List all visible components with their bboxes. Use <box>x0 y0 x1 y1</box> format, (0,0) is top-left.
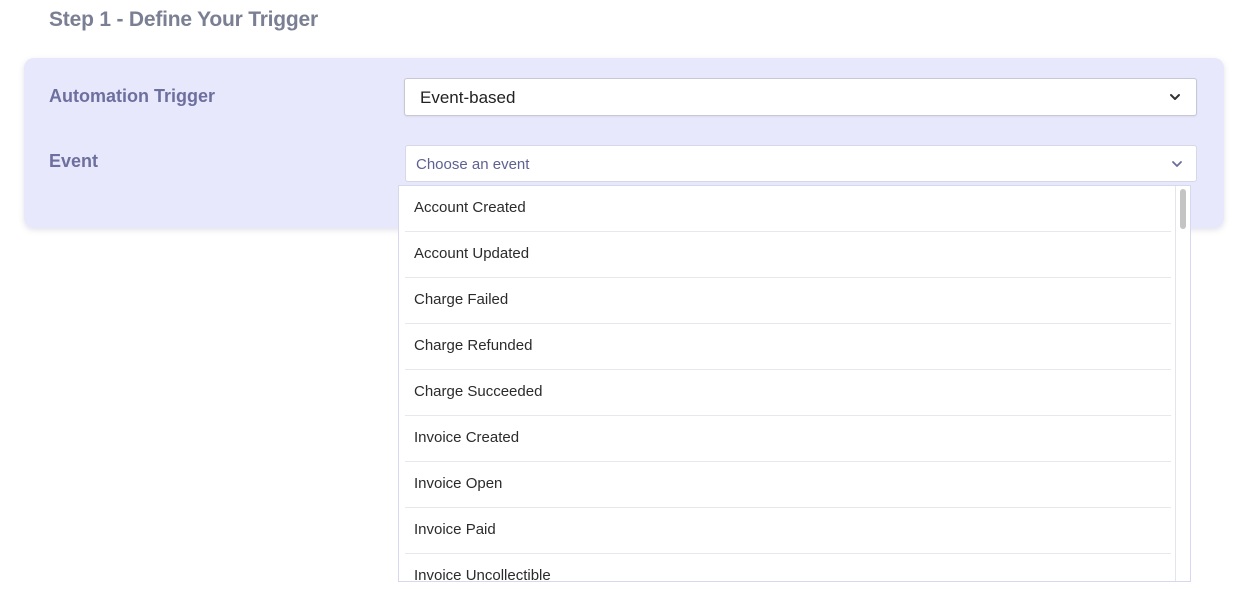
event-option[interactable]: Invoice Uncollectible <box>399 554 1177 582</box>
event-option-label: Invoice Uncollectible <box>414 567 551 582</box>
event-option-label: Invoice Created <box>414 429 520 446</box>
event-options: Account Created Account Updated Charge F… <box>399 186 1177 582</box>
event-option-label: Charge Failed <box>414 291 509 308</box>
event-label: Event <box>49 151 99 171</box>
automation-trigger-select[interactable]: Event-based <box>404 78 1197 116</box>
chevron-down-icon <box>1170 94 1180 100</box>
event-option[interactable]: Invoice Open <box>399 462 1177 508</box>
event-option-label: Charge Succeeded <box>414 383 543 400</box>
event-option-label: Invoice Open <box>414 475 503 492</box>
event-option-label: Account Created <box>414 199 526 216</box>
scrollbar-thumb[interactable] <box>1180 189 1186 229</box>
event-option[interactable]: Charge Succeeded <box>399 370 1177 416</box>
step-title: Step 1 - Define Your Trigger <box>49 8 319 31</box>
chevron-down-icon <box>1172 160 1182 167</box>
automation-trigger-label: Automation Trigger <box>49 86 215 106</box>
event-dropdown-list[interactable]: Account Created Account Updated Charge F… <box>398 185 1191 582</box>
event-option[interactable]: Account Created <box>399 186 1177 232</box>
event-option-label: Charge Refunded <box>414 337 533 354</box>
event-option[interactable]: Account Updated <box>399 232 1177 278</box>
automation-trigger-value: Event-based <box>420 88 516 107</box>
event-option-label: Invoice Paid <box>414 521 496 538</box>
event-option[interactable]: Invoice Paid <box>399 508 1177 554</box>
event-option-label: Account Updated <box>414 245 530 262</box>
event-option[interactable]: Invoice Created <box>399 416 1177 462</box>
event-option[interactable]: Charge Failed <box>399 278 1177 324</box>
event-option[interactable]: Charge Refunded <box>399 324 1177 370</box>
event-select[interactable]: Choose an event <box>405 145 1197 182</box>
dropdown-scrollbar[interactable] <box>1175 186 1190 581</box>
automation-step-page: Step 1 - Define Your Trigger Automation … <box>0 0 1246 595</box>
event-select-placeholder: Choose an event <box>416 156 530 173</box>
